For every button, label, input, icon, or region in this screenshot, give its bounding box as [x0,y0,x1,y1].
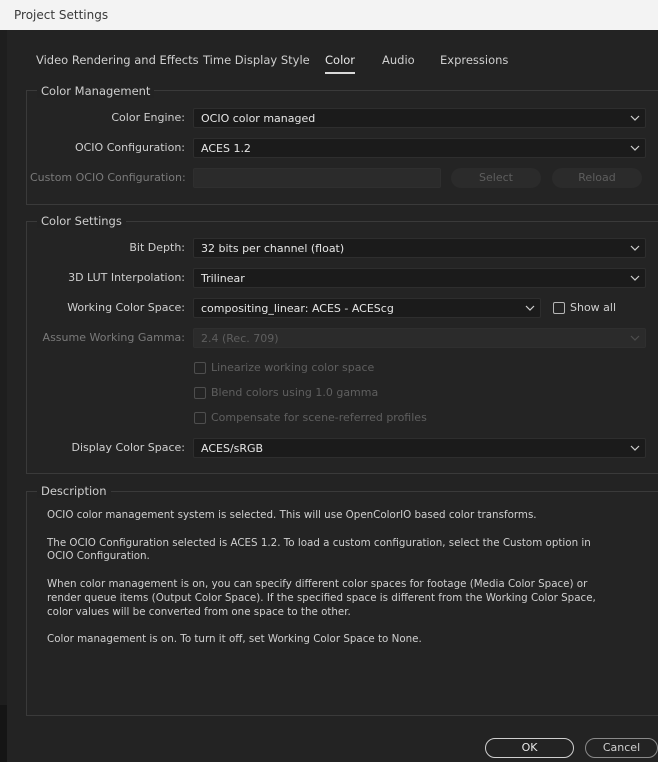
tab-color[interactable]: Color [325,53,356,74]
assume-working-gamma-value: 2.4 (Rec. 709) [201,332,279,345]
background-strip [0,705,7,762]
color-management-title: Color Management [37,84,155,98]
left-border [0,30,7,762]
lut-interpolation-dropdown[interactable]: Trilinear [193,268,646,288]
display-color-space-value: ACES/sRGB [201,442,264,455]
tab-video-rendering[interactable]: Video Rendering and Effects [36,53,199,67]
ocio-configuration-dropdown[interactable]: ACES 1.2 [193,138,646,158]
custom-ocio-configuration-field[interactable] [193,168,441,188]
tab-expressions[interactable]: Expressions [440,53,508,67]
description-paragraph: OCIO color management system is selected… [47,509,537,521]
working-color-space-dropdown[interactable]: compositing_linear: ACES - ACEScg [193,298,541,318]
ocio-configuration-value: ACES 1.2 [201,142,251,155]
compensate-label: Compensate for scene-referred profiles [211,411,427,424]
show-all-checkbox[interactable] [553,302,565,314]
ok-button[interactable]: OK [485,738,574,758]
description-paragraph: Color management is on. To turn it off, … [47,633,422,645]
color-engine-value: OCIO color managed [201,112,316,125]
description-title: Description [37,484,111,498]
description-paragraph: When color management is on, you can spe… [47,578,588,590]
chevron-down-icon [630,275,640,281]
working-color-space-label: Working Color Space: [67,301,185,314]
tab-time-display-style[interactable]: Time Display Style [203,53,310,67]
lut-interpolation-label: 3D LUT Interpolation: [68,271,185,284]
assume-working-gamma-dropdown[interactable]: 2.4 (Rec. 709) [193,328,646,348]
reload-button[interactable]: Reload [552,168,642,188]
description-paragraph: render queue items (Output Color Space).… [47,592,596,604]
bit-depth-dropdown[interactable]: 32 bits per channel (float) [193,238,646,258]
chevron-down-icon [630,245,640,251]
display-color-space-label: Display Color Space: [71,441,186,454]
ocio-configuration-label: OCIO Configuration: [74,141,185,154]
description-paragraph: OCIO Configuration. [47,550,150,562]
tab-bar: Video Rendering and Effects Time Display… [7,30,658,74]
show-all-label: Show all [570,301,617,314]
description-paragraph: color values will be converted from one … [47,606,351,618]
linearize-label: Linearize working color space [211,361,375,374]
custom-ocio-configuration-label: Custom OCIO Configuration: [30,171,186,184]
chevron-down-icon [525,305,535,311]
chevron-down-icon [630,335,640,341]
display-color-space-dropdown[interactable]: ACES/sRGB [193,438,646,458]
color-engine-dropdown[interactable]: OCIO color managed [193,108,646,128]
bit-depth-value: 32 bits per channel (float) [201,242,345,255]
lut-interpolation-value: Trilinear [201,272,245,285]
tab-audio[interactable]: Audio [382,53,415,67]
chevron-down-icon [630,145,640,151]
chevron-down-icon [630,445,640,451]
cancel-button[interactable]: Cancel [585,738,658,758]
bit-depth-label: Bit Depth: [129,241,185,254]
color-engine-label: Color Engine: [111,111,185,124]
window-title: Project Settings [14,8,109,22]
select-button[interactable]: Select [451,168,541,188]
assume-working-gamma-label: Assume Working Gamma: [42,331,185,344]
description-paragraph: The OCIO Configuration selected is ACES … [47,537,591,549]
color-settings-title: Color Settings [37,214,126,228]
working-color-space-value: compositing_linear: ACES - ACEScg [201,302,394,315]
linearize-checkbox[interactable] [194,362,206,374]
compensate-checkbox[interactable] [194,412,206,424]
blend-colors-checkbox[interactable] [194,387,206,399]
blend-colors-label: Blend colors using 1.0 gamma [211,386,379,399]
chevron-down-icon [630,115,640,121]
window-titlebar: Project Settings [0,0,658,30]
